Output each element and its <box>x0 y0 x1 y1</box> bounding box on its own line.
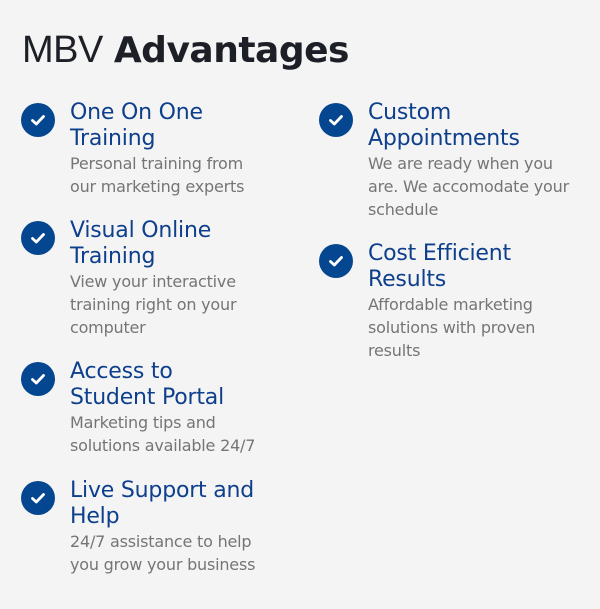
check-circle-icon <box>21 221 55 255</box>
feature-description: View your interactive training right on … <box>70 272 237 337</box>
feature-description: We are ready when you are. We accomodate… <box>368 154 569 219</box>
check-circle-icon <box>21 481 55 515</box>
feature-item: Visual Online Training View your interac… <box>21 218 261 339</box>
check-circle-icon <box>21 362 55 396</box>
feature-title: Cost Efficient Results <box>368 241 511 292</box>
feature-description: Marketing tips and solutions available 2… <box>70 413 256 455</box>
feature-item: Cost Efficient Results Affordable market… <box>319 241 559 362</box>
feature-title: Visual Online Training <box>70 218 212 269</box>
feature-title: One On One Training <box>70 100 203 151</box>
feature-title: Custom Appointments <box>368 100 520 151</box>
feature-item: One On One Training Personal training fr… <box>21 100 261 198</box>
check-circle-icon <box>319 244 353 278</box>
feature-description: 24/7 assistance to help you grow your bu… <box>70 532 256 574</box>
check-circle-icon <box>319 103 353 137</box>
feature-item: Custom Appointments We are ready when yo… <box>319 100 579 221</box>
feature-description: Affordable marketing solutions with prov… <box>368 295 536 360</box>
feature-item: Live Support and Help 24/7 assistance to… <box>21 478 261 576</box>
feature-description: Personal training from our marketing exp… <box>70 154 245 196</box>
check-circle-icon <box>21 103 55 137</box>
feature-title: Live Support and Help <box>70 478 255 529</box>
feature-item: Access to Student Portal Marketing tips … <box>21 359 261 457</box>
title-bold: Advantages <box>113 30 350 71</box>
feature-title: Access to Student Portal <box>70 359 225 410</box>
title-light: MBV <box>22 29 103 71</box>
page-title: MBV Advantages <box>22 26 349 75</box>
